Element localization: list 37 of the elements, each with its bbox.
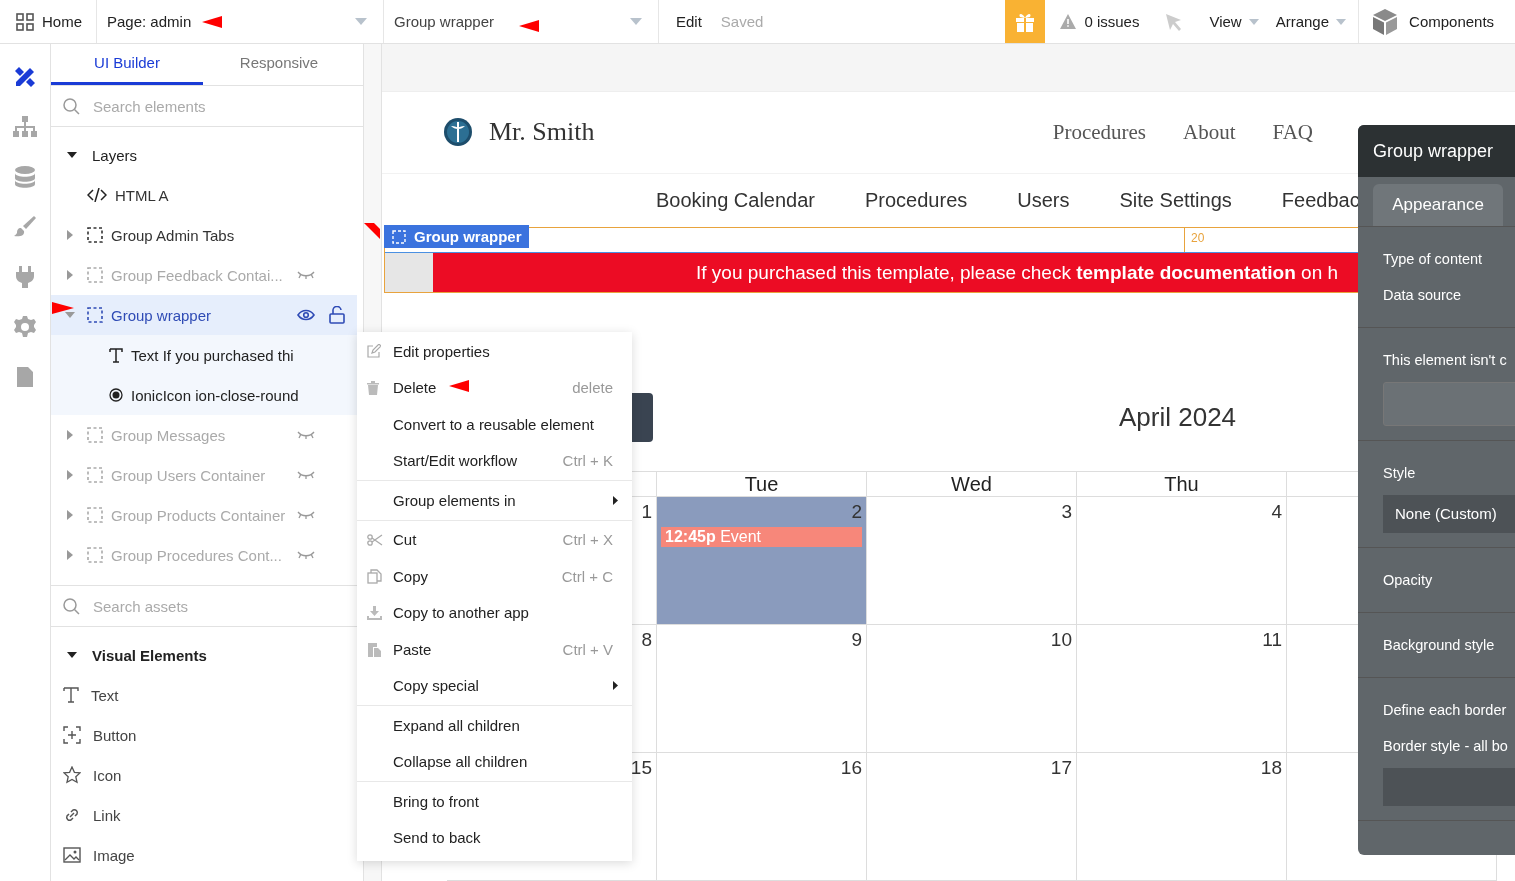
day-number: 17	[1050, 757, 1072, 778]
spacing-label: 20	[1191, 231, 1205, 246]
shortcut-hint: delete	[572, 379, 613, 397]
day-number: 18	[1260, 757, 1282, 778]
save-status: Saved	[720, 13, 764, 30]
panel-title: Group wrapper	[1358, 125, 1515, 177]
selection-label: Group wrapper	[384, 225, 529, 249]
section-title: Visual Elements	[92, 646, 207, 664]
property-label: Border style - all bo	[1383, 737, 1509, 756]
day-number: 11	[1262, 629, 1282, 650]
property-label: This element isn't c	[1383, 351, 1508, 370]
site-brand: Mr. Smith	[489, 117, 595, 148]
property-label: Data source	[1383, 286, 1463, 305]
day-number: 8	[641, 629, 652, 650]
property-label: Style	[1383, 464, 1417, 483]
section-title: Layers	[92, 146, 138, 164]
banner-text: If you purchased this template, please check template documentation on h	[696, 261, 1339, 284]
shortcut-hint: Ctrl + V	[562, 640, 613, 658]
weekday-header: Wed	[867, 471, 1077, 497]
day-number: 4	[1271, 501, 1282, 522]
shortcut-hint: Ctrl + K	[562, 452, 613, 470]
calendar-title: April 2024	[1119, 401, 1237, 433]
day-number: 16	[840, 757, 862, 778]
day-number: 2	[851, 501, 862, 522]
shortcut-hint: Ctrl + C	[561, 567, 613, 585]
property-label: Define each border	[1383, 701, 1508, 720]
day-number: 10	[1050, 629, 1072, 650]
day-number: 1	[641, 501, 652, 522]
shortcut-hint: Ctrl + X	[562, 531, 613, 549]
day-number: 3	[1061, 501, 1072, 522]
day-number: 9	[851, 629, 862, 650]
property-label: Type of content	[1383, 250, 1484, 269]
property-label: Opacity	[1383, 571, 1434, 590]
weekday-header: Thu	[1077, 471, 1287, 497]
day-number: 15	[630, 757, 652, 778]
property-label: Background style	[1383, 636, 1496, 655]
weekday-header: Tue	[657, 471, 867, 497]
